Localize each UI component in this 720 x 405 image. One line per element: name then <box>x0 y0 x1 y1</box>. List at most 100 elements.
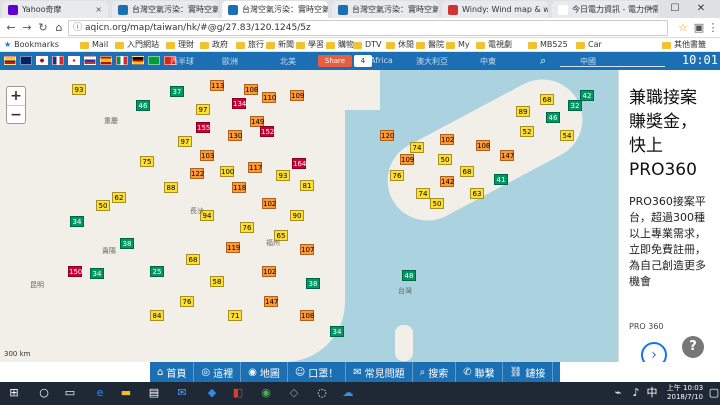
aqi-station-marker[interactable]: 93 <box>72 84 86 95</box>
aqi-station-marker[interactable]: 150 <box>68 266 82 277</box>
tab-close-icon[interactable]: × <box>95 5 102 14</box>
bookmark-folder[interactable]: DTV <box>353 39 382 51</box>
bookmark-folder[interactable]: 政府 <box>200 39 228 51</box>
back-icon[interactable]: ← <box>4 21 18 35</box>
flag-icon-italy[interactable] <box>116 56 128 65</box>
aqi-station-marker[interactable]: 38 <box>120 238 134 249</box>
browser-tab[interactable]: 台灣空氣污染：實時空氣× <box>112 1 218 18</box>
aqi-station-marker[interactable]: 155 <box>196 122 210 133</box>
aqi-station-marker[interactable]: 42 <box>580 90 594 101</box>
app-icon-3[interactable]: ◌ <box>314 385 330 401</box>
aqi-station-marker[interactable]: 76 <box>390 170 404 181</box>
windows-start-icon[interactable]: ⊞ <box>6 385 22 401</box>
aqi-station-marker[interactable]: 63 <box>470 188 484 199</box>
aqi-station-marker[interactable]: 119 <box>226 242 240 253</box>
flag-icon-uk[interactable] <box>20 56 32 65</box>
aqi-station-marker[interactable]: 50 <box>430 198 444 209</box>
reload-icon[interactable]: ↻ <box>36 21 50 35</box>
bookmark-folder[interactable]: Mail <box>80 39 108 51</box>
browser-tab[interactable]: 台灣空氣污染：實時空氣× <box>222 1 328 18</box>
mail-icon[interactable]: ✉ <box>174 385 190 401</box>
aqi-station-marker[interactable]: 90 <box>290 210 304 221</box>
aqi-station-marker[interactable]: 122 <box>190 168 204 179</box>
region-tab[interactable]: 澳大利亞 <box>416 56 448 67</box>
bookmark-folder[interactable]: 旅行 <box>236 39 264 51</box>
aqi-station-marker[interactable]: 81 <box>300 180 314 191</box>
aqi-station-marker[interactable]: 76 <box>240 222 254 233</box>
aqi-station-marker[interactable]: 147 <box>264 296 278 307</box>
aqi-station-marker[interactable]: 37 <box>170 86 184 97</box>
region-tab[interactable]: 中東 <box>480 56 496 67</box>
aqi-station-marker[interactable]: 34 <box>330 326 344 337</box>
browser-tab[interactable]: 台灣空氣污染：實時空氣× <box>332 1 438 18</box>
nav-here[interactable]: ◎ 這裡 <box>194 362 242 382</box>
ad-headline[interactable]: 兼職接案賺獎金，快上PRO360 <box>629 86 712 182</box>
help-icon[interactable]: ? <box>682 336 704 358</box>
bookmark-folder[interactable]: Car <box>576 39 602 51</box>
notification-icon[interactable]: ▢ <box>706 385 720 401</box>
close-window-icon[interactable]: ✕ <box>690 0 712 18</box>
url-bar[interactable]: ⓘ aqicn.org/map/taiwan/hk/#@g/27.83/120.… <box>68 20 668 36</box>
bookmark-folder[interactable]: 購物 <box>326 39 354 51</box>
region-tab[interactable]: 北美 <box>280 56 296 67</box>
aqi-station-marker[interactable]: 68 <box>186 254 200 265</box>
bookmarks-apps[interactable]: ★ Bookmarks <box>4 39 59 51</box>
nav-links[interactable]: ⛓ 鏈接 <box>503 362 554 382</box>
flag-icon-germany[interactable] <box>132 56 144 65</box>
aqi-map[interactable]: + − 300 km 93 113 108 134 110 109 97 149 155 97 13… <box>0 70 618 362</box>
bookmark-folder[interactable]: 新聞 <box>266 39 294 51</box>
menu-icon[interactable]: ⋮ <box>706 21 720 35</box>
aqi-station-marker[interactable]: 62 <box>112 192 126 203</box>
star-icon[interactable]: ☆ <box>676 21 690 35</box>
edge-icon[interactable]: e <box>92 385 108 401</box>
aqi-station-marker[interactable]: 97 <box>196 104 210 115</box>
aqi-station-marker[interactable]: 52 <box>520 126 534 137</box>
chrome-icon[interactable]: ◉ <box>258 385 274 401</box>
nav-map[interactable]: ◉ 地圖 <box>241 362 288 382</box>
aqi-station-marker[interactable]: 102 <box>262 266 276 277</box>
nav-faq[interactable]: ✉ 常見問題 <box>346 362 413 382</box>
aqi-station-marker[interactable]: 103 <box>200 150 214 161</box>
aqi-station-marker[interactable]: 108 <box>300 310 314 321</box>
aqi-station-marker[interactable]: 58 <box>210 276 224 287</box>
flag-icon-korea[interactable] <box>68 56 80 65</box>
aqi-station-marker[interactable]: 100 <box>220 166 234 177</box>
aqi-station-marker[interactable]: 68 <box>540 94 554 105</box>
volume-icon[interactable]: ♪ <box>628 385 644 401</box>
aqi-station-marker[interactable]: 102 <box>262 198 276 209</box>
search-icon[interactable]: ⌕ <box>540 54 558 68</box>
browser-tab[interactable]: Windy: Wind map & wea× <box>442 1 548 18</box>
file-explorer-icon[interactable]: ▬ <box>118 385 134 401</box>
aqi-station-marker[interactable]: 38 <box>306 278 320 289</box>
nav-search[interactable]: ⌕ 搜索 <box>413 362 457 382</box>
aqi-station-marker[interactable]: 34 <box>70 216 84 227</box>
aqi-station-marker[interactable]: 142 <box>440 176 454 187</box>
taskbar-clock[interactable]: 上午 10:03 2018/7/10 <box>660 384 710 402</box>
bookmark-folder[interactable]: My <box>446 39 470 51</box>
dropbox-icon[interactable]: ◆ <box>204 385 220 401</box>
minimize-icon[interactable]: – <box>640 0 662 18</box>
bookmark-folder[interactable]: 入門網站 <box>115 39 159 51</box>
aqi-station-marker[interactable]: 25 <box>150 266 164 277</box>
nav-home[interactable]: ⌂ 首頁 <box>150 362 195 382</box>
app-icon-4[interactable]: ☁ <box>340 385 356 401</box>
browser-tab[interactable]: Yahoo奇摩 × <box>2 1 108 18</box>
aqi-station-marker[interactable]: 109 <box>400 154 414 165</box>
ime-icon[interactable]: 中 <box>644 385 660 401</box>
search-icon[interactable]: ○ <box>36 385 52 401</box>
app-icon-2[interactable]: ◇ <box>286 385 302 401</box>
aqi-station-marker[interactable]: 46 <box>136 100 150 111</box>
extension-icon[interactable]: ▣ <box>692 21 706 35</box>
aqi-station-marker[interactable]: 74 <box>416 188 430 199</box>
app-icon[interactable]: ◧ <box>230 385 246 401</box>
aqi-station-marker[interactable]: 48 <box>402 270 416 281</box>
forward-icon[interactable]: → <box>20 21 34 35</box>
aqi-station-marker[interactable]: 120 <box>380 130 394 141</box>
aqi-station-marker[interactable]: 88 <box>164 182 178 193</box>
network-icon[interactable]: ⌁ <box>610 385 626 401</box>
flag-icon-brazil[interactable] <box>148 56 160 65</box>
zoom-out-button[interactable]: − <box>7 105 25 123</box>
aqi-station-marker[interactable]: 164 <box>292 158 306 169</box>
aqi-station-marker[interactable]: 108 <box>476 140 490 151</box>
bookmark-folder[interactable]: 理財 <box>166 39 194 51</box>
